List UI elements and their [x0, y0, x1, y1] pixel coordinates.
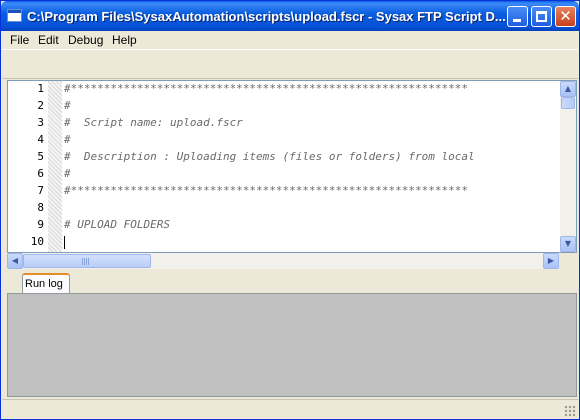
resize-grip-icon[interactable] — [564, 405, 576, 417]
line-number: 2 — [37, 99, 44, 112]
app-icon — [7, 9, 22, 22]
code-area[interactable]: #***************************************… — [62, 81, 560, 252]
maximize-icon — [536, 11, 547, 22]
vertical-scroll-thumb[interactable] — [561, 97, 575, 109]
run-log-panel[interactable] — [7, 293, 577, 397]
line-number: 6 — [37, 167, 44, 180]
minimize-button[interactable] — [507, 6, 528, 27]
scroll-down-button[interactable]: ▼ — [560, 236, 576, 252]
menu-file[interactable]: File — [10, 33, 29, 47]
line-number-gutter: 1 2 3 4 5 6 7 8 9 10 — [8, 81, 48, 252]
tab-label: Run log — [25, 278, 63, 290]
vertical-scrollbar[interactable]: ▲ ▼ — [560, 81, 576, 252]
window-title: C:\Program Files\SysaxAutomation\scripts… — [27, 9, 505, 24]
menu-debug[interactable]: Debug — [68, 33, 103, 47]
arrow-down-icon: ▼ — [564, 239, 572, 248]
line-number: 8 — [37, 201, 44, 214]
grip-icon — [82, 258, 90, 265]
code-line: # Script name: upload.fscr — [64, 116, 243, 129]
close-button[interactable]: ✕ — [555, 6, 576, 27]
scrollbar-corner — [559, 253, 577, 269]
status-bar — [2, 399, 578, 419]
scroll-right-button[interactable]: ▶ — [543, 253, 559, 269]
script-editor[interactable]: 1 2 3 4 5 6 7 8 9 10 #******************… — [7, 80, 577, 253]
line-number: 4 — [37, 133, 44, 146]
menu-bar: File Edit Debug Help — [2, 31, 578, 49]
code-line: #***************************************… — [64, 82, 468, 95]
line-number: 3 — [37, 116, 44, 129]
code-line: # — [64, 99, 71, 112]
text-cursor — [64, 236, 65, 249]
fold-margin[interactable] — [48, 81, 62, 252]
line-number: 5 — [37, 150, 44, 163]
code-line: # — [64, 133, 71, 146]
arrow-up-icon: ▲ — [564, 84, 572, 93]
code-line: # UPLOAD FOLDERS — [64, 218, 170, 231]
scroll-up-button[interactable]: ▲ — [560, 81, 576, 97]
horizontal-scrollbar[interactable]: ◀ ▶ — [7, 253, 559, 269]
arrow-left-icon: ◀ — [11, 256, 19, 265]
tab-run-log[interactable]: Run log — [22, 273, 70, 294]
bottom-tab-strip: Run log — [7, 271, 577, 294]
code-line: #***************************************… — [64, 184, 468, 197]
maximize-button[interactable] — [531, 6, 552, 27]
line-number: 1 — [37, 82, 44, 95]
line-number: 7 — [37, 184, 44, 197]
minimize-icon — [513, 19, 521, 22]
menu-edit[interactable]: Edit — [38, 33, 59, 47]
toolbar — [2, 49, 578, 79]
close-icon: ✕ — [559, 7, 572, 25]
title-bar[interactable]: C:\Program Files\SysaxAutomation\scripts… — [1, 1, 579, 31]
app-window: C:\Program Files\SysaxAutomation\scripts… — [0, 0, 580, 420]
line-number: 10 — [30, 235, 44, 248]
menu-help[interactable]: Help — [112, 33, 137, 47]
code-line: # — [64, 167, 71, 180]
line-number: 9 — [37, 218, 44, 231]
horizontal-scroll-thumb[interactable] — [23, 254, 151, 268]
arrow-right-icon: ▶ — [547, 256, 555, 265]
scroll-left-button[interactable]: ◀ — [7, 253, 23, 269]
code-line: # Description : Uploading items (files o… — [64, 150, 475, 163]
